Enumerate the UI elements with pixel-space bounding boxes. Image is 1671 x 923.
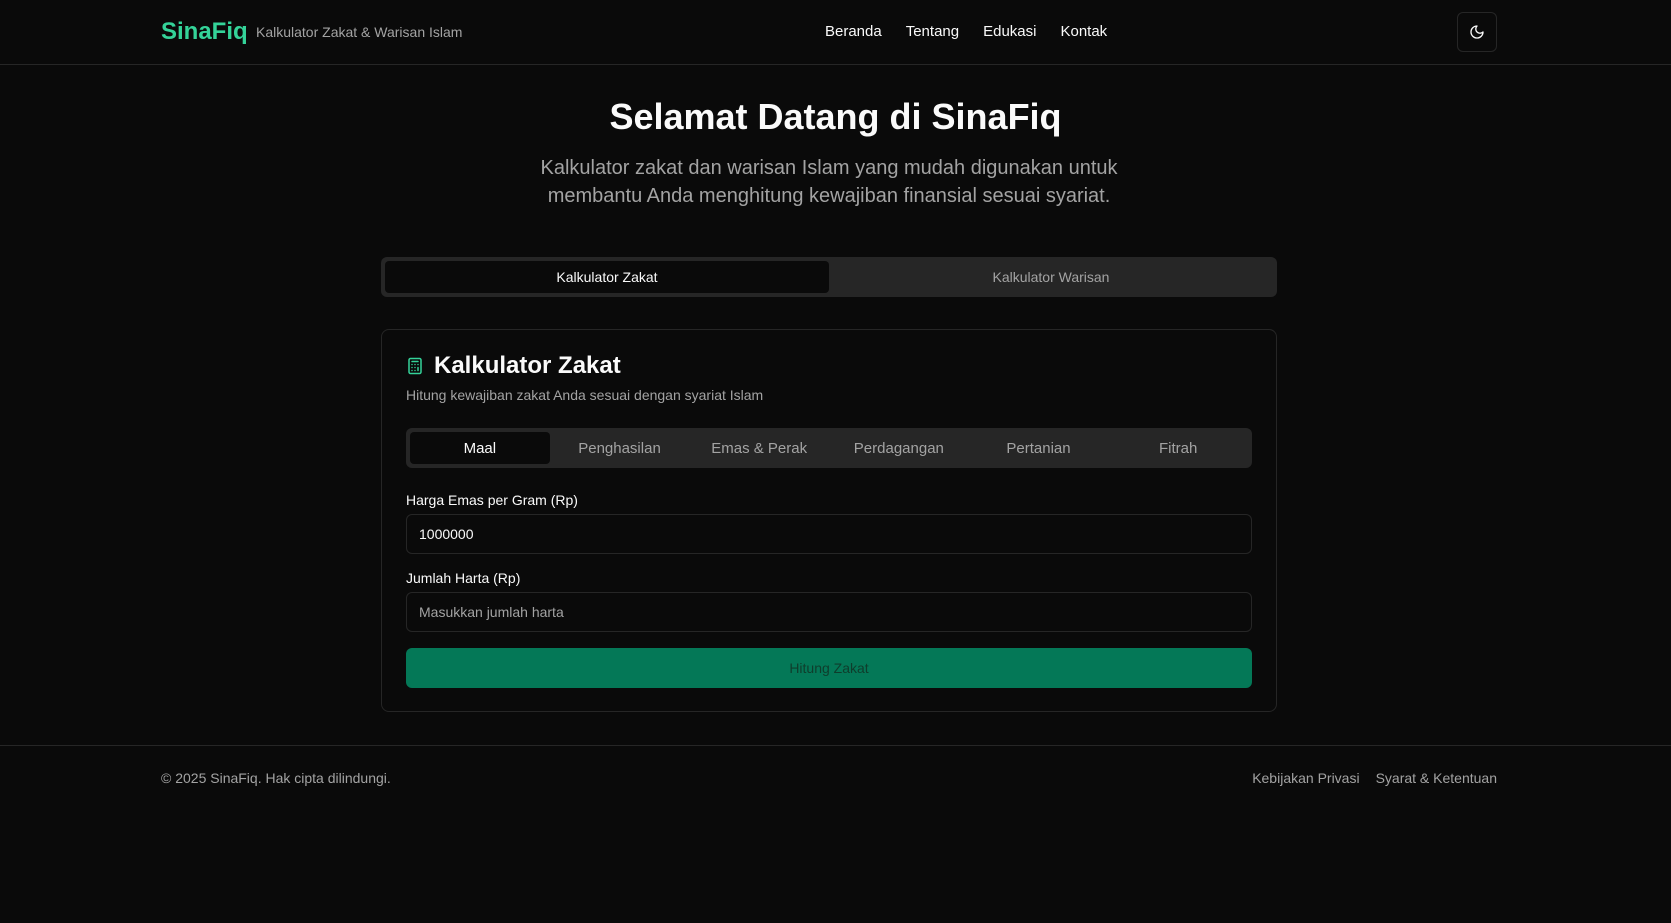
tab-emas-perak[interactable]: Emas & Perak — [689, 432, 829, 464]
calculator-tabs: Kalkulator Zakat Kalkulator Warisan — [381, 257, 1277, 297]
tab-pertanian[interactable]: Pertanian — [969, 432, 1109, 464]
zakat-type-tabs: Maal Penghasilan Emas & Perak Perdaganga… — [406, 428, 1252, 468]
zakat-calculator-card: Kalkulator Zakat Hitung kewajiban zakat … — [381, 329, 1277, 712]
nav-tentang[interactable]: Tentang — [906, 23, 959, 40]
hero-subtitle: Kalkulator zakat dan warisan Islam yang … — [540, 157, 1118, 207]
nav-edukasi[interactable]: Edukasi — [983, 23, 1036, 40]
card-title: Kalkulator Zakat — [434, 352, 621, 379]
tab-kalkulator-warisan[interactable]: Kalkulator Warisan — [829, 261, 1273, 293]
brand-logo[interactable]: SinaFiq — [161, 18, 248, 46]
gold-price-input[interactable] — [406, 514, 1252, 554]
brand-subtitle: Kalkulator Zakat & Warisan Islam — [256, 24, 463, 40]
moon-icon — [1470, 25, 1484, 39]
site-footer: © 2025 SinaFiq. Hak cipta dilindungi. Ke… — [0, 745, 1671, 809]
terms-link[interactable]: Syarat & Ketentuan — [1376, 770, 1497, 786]
calculate-zakat-button[interactable]: Hitung Zakat — [406, 648, 1252, 688]
card-description: Hitung kewajiban zakat Anda sesuai denga… — [406, 387, 764, 403]
assets-label: Jumlah Harta (Rp) — [406, 570, 521, 586]
theme-toggle-button[interactable] — [1457, 12, 1497, 52]
calculator-icon — [408, 357, 422, 375]
nav-kontak[interactable]: Kontak — [1060, 23, 1107, 40]
card-header: Kalkulator Zakat — [406, 352, 621, 380]
tab-kalkulator-zakat[interactable]: Kalkulator Zakat — [385, 261, 829, 293]
privacy-policy-link[interactable]: Kebijakan Privasi — [1252, 770, 1359, 786]
tab-fitrah[interactable]: Fitrah — [1108, 432, 1248, 464]
tab-maal[interactable]: Maal — [410, 432, 550, 464]
assets-input[interactable] — [406, 592, 1252, 632]
tab-penghasilan[interactable]: Penghasilan — [550, 432, 690, 464]
site-header: SinaFiq Kalkulator Zakat & Warisan Islam… — [0, 0, 1671, 65]
main-nav: Beranda Tentang Edukasi Kontak — [825, 23, 1107, 40]
gold-price-label: Harga Emas per Gram (Rp) — [406, 492, 578, 508]
copyright-text: © 2025 SinaFiq. Hak cipta dilindungi. — [161, 770, 391, 786]
footer-links: Kebijakan Privasi Syarat & Ketentuan — [1252, 770, 1497, 786]
tab-perdagangan[interactable]: Perdagangan — [829, 432, 969, 464]
nav-beranda[interactable]: Beranda — [825, 23, 882, 40]
hero-title: Selamat Datang di SinaFiq — [609, 96, 1062, 137]
